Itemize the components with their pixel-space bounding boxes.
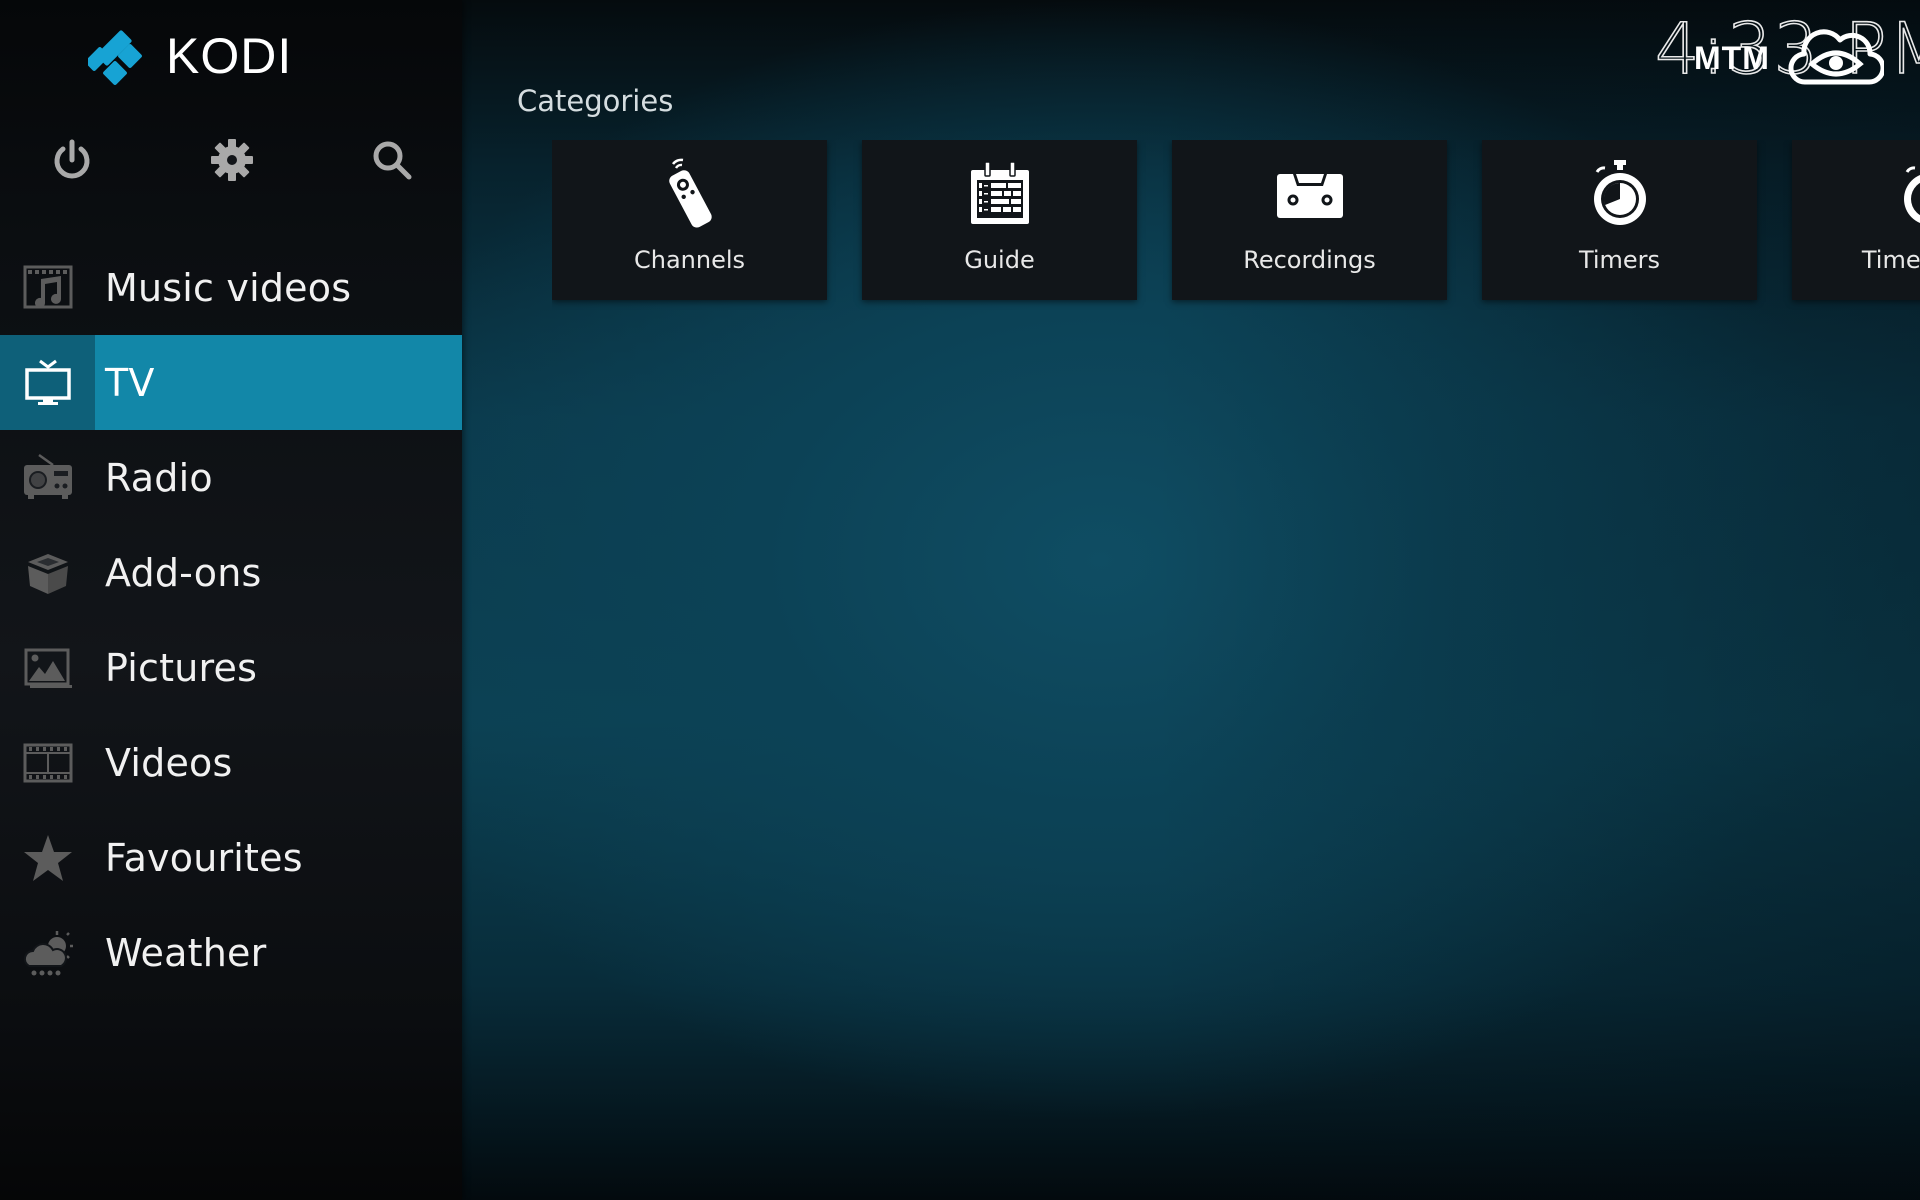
sidebar-item-radio[interactable]: Radio xyxy=(0,430,462,525)
sidebar-item-label: Videos xyxy=(105,740,233,785)
sidebar-item-label: Weather xyxy=(105,930,267,975)
sidebar-item-weather[interactable]: Weather xyxy=(0,905,462,1000)
tile-timers[interactable]: Timers xyxy=(1482,140,1757,300)
stopwatch-icon xyxy=(1903,166,1920,224)
tile-channels[interactable]: Channels xyxy=(552,140,827,300)
category-tiles: Channels Guide Recordings Timers Time xyxy=(552,140,1920,310)
cloud-eye-icon xyxy=(1788,26,1886,86)
sidebar: KODI Music videos TV Radio Add-ons Pictu… xyxy=(0,0,462,1200)
film-icon xyxy=(23,743,72,782)
addons-box-icon xyxy=(27,553,68,594)
weather-icon xyxy=(23,930,73,975)
tile-recordings[interactable]: Recordings xyxy=(1172,140,1447,300)
calendar-guide-icon xyxy=(970,161,1029,224)
tile-label: Timer rules xyxy=(1861,246,1920,274)
sidebar-item-music-videos[interactable]: Music videos xyxy=(0,240,462,335)
sidebar-item-add-ons[interactable]: Add-ons xyxy=(0,525,462,620)
power-icon xyxy=(54,139,90,179)
remote-icon xyxy=(668,158,712,228)
app-name: KODI xyxy=(166,28,293,84)
section-title: Categories xyxy=(517,84,674,118)
tile-label: Recordings xyxy=(1243,246,1376,274)
sidebar-item-label: Favourites xyxy=(105,835,303,880)
sidebar-item-label: Add-ons xyxy=(105,550,262,595)
main-menu: Music videos TV Radio Add-ons Pictures V… xyxy=(0,240,462,1000)
power-button[interactable] xyxy=(48,136,96,184)
tile-label: Timers xyxy=(1578,246,1661,274)
search-button[interactable] xyxy=(368,136,416,184)
stopwatch-icon xyxy=(1593,160,1646,225)
tile-label: Channels xyxy=(633,246,746,274)
star-icon xyxy=(23,834,72,881)
gear-icon xyxy=(211,139,253,181)
tv-icon xyxy=(24,359,71,405)
sidebar-item-label: Pictures xyxy=(105,645,258,690)
settings-button[interactable] xyxy=(208,136,256,184)
radio-icon xyxy=(23,453,72,499)
search-icon xyxy=(373,141,412,180)
sidebar-item-tv[interactable]: TV xyxy=(0,335,462,430)
tile-timer-rules[interactable]: Timer rules xyxy=(1792,140,1920,300)
overlay-badge: MTM xyxy=(1694,40,1770,76)
tile-label: Guide xyxy=(964,246,1035,274)
sidebar-item-pictures[interactable]: Pictures xyxy=(0,620,462,715)
cassette-icon xyxy=(1276,174,1343,218)
sidebar-item-label: Music videos xyxy=(105,265,352,310)
music-video-icon xyxy=(23,265,72,308)
sidebar-item-videos[interactable]: Videos xyxy=(0,715,462,810)
sidebar-item-label: Radio xyxy=(105,455,213,500)
kodi-logo-icon xyxy=(85,28,148,88)
sidebar-item-favourites[interactable]: Favourites xyxy=(0,810,462,905)
tile-guide[interactable]: Guide xyxy=(862,140,1137,300)
pictures-icon xyxy=(24,648,72,688)
sidebar-item-label: TV xyxy=(105,360,155,405)
